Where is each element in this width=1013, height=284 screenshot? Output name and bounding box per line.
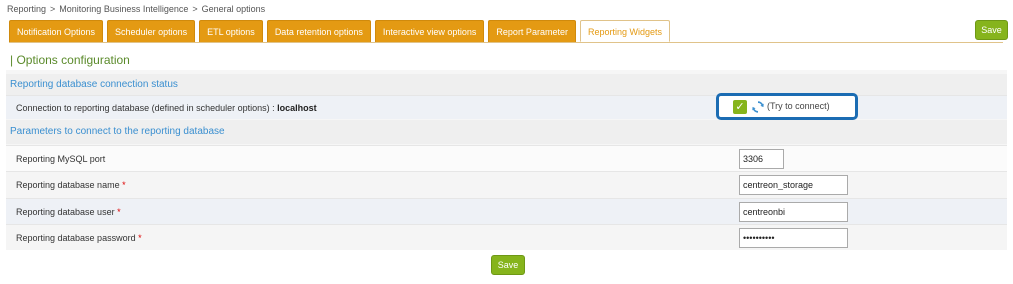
try-connect-link[interactable]: (Try to connect) (767, 101, 830, 111)
page-title: | Options configuration (10, 53, 130, 67)
db-password-label: Reporting database password * (16, 233, 142, 243)
db-name-row: Reporting database name * (6, 171, 1007, 198)
tab-interactive-view-options[interactable]: Interactive view options (374, 20, 485, 42)
parameters-header: Parameters to connect to the reporting d… (6, 120, 1007, 144)
breadcrumb-item-reporting[interactable]: Reporting (7, 4, 46, 14)
tab-scheduler-options[interactable]: Scheduler options (107, 20, 196, 42)
tab-report-parameter[interactable]: Report Parameter (488, 20, 576, 42)
db-password-label-text: Reporting database password (16, 232, 136, 243)
tab-etl-options[interactable]: ETL options (199, 20, 263, 42)
required-marker: * (138, 232, 142, 243)
db-name-label-text: Reporting database name (16, 180, 120, 190)
connection-status-header: Reporting database connection status (6, 74, 1007, 95)
tab-reporting-widgets[interactable]: Reporting Widgets (579, 20, 670, 42)
db-user-row: Reporting database user * (6, 198, 1007, 224)
db-name-input[interactable] (739, 175, 848, 195)
db-user-label: Reporting database user * (16, 207, 121, 217)
required-marker: * (117, 206, 121, 217)
breadcrumb: Reporting > Monitoring Business Intelligen… (7, 4, 265, 14)
refresh-icon[interactable] (751, 100, 765, 114)
port-label: Reporting MySQL port (16, 153, 106, 164)
connection-status-label: Connection to reporting database (define… (16, 103, 317, 113)
tabs-divider (9, 42, 1003, 43)
db-password-row: Reporting database password * (6, 224, 1007, 250)
breadcrumb-item-general-options[interactable]: General options (202, 4, 266, 14)
port-input[interactable] (739, 148, 784, 169)
breadcrumb-separator: > (192, 4, 198, 14)
port-row: Reporting MySQL port (6, 145, 1007, 171)
db-name-label: Reporting database name * (16, 180, 126, 190)
breadcrumb-separator: > (50, 4, 56, 14)
check-icon: ✓ (733, 100, 747, 114)
save-button-bottom[interactable]: Save (491, 255, 525, 275)
breadcrumb-item-mbi[interactable]: Monitoring Business Intelligence (59, 4, 188, 14)
db-user-label-text: Reporting database user (16, 206, 115, 217)
options-tabs: Notification Options Scheduler options E… (9, 20, 674, 42)
tab-data-retention-options[interactable]: Data retention options (266, 20, 371, 42)
connection-status-text: Connection to reporting database (define… (16, 102, 278, 113)
tab-notification-options[interactable]: Notification Options (9, 20, 104, 42)
db-user-input[interactable] (739, 201, 848, 222)
save-button-top[interactable]: Save (975, 20, 1008, 40)
connection-host: localhost (277, 102, 317, 113)
required-marker: * (122, 180, 126, 190)
db-password-input[interactable] (739, 227, 848, 248)
